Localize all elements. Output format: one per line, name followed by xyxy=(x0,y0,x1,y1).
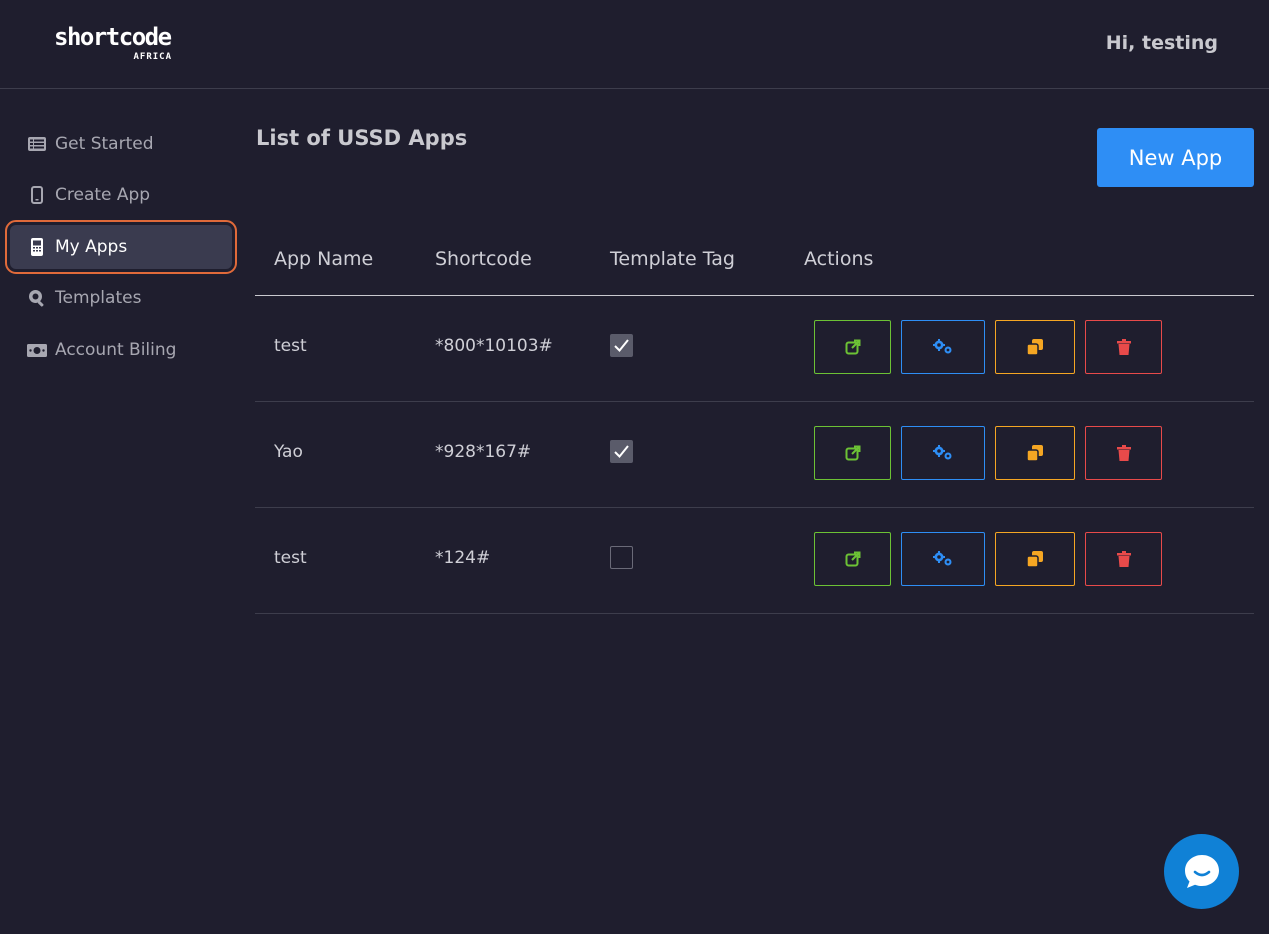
duplicate-button[interactable] xyxy=(995,426,1075,480)
checkmark-icon xyxy=(614,445,629,458)
sidebar-item-get-started[interactable]: Get Started xyxy=(10,122,232,166)
sidebar-item-label: Account Biling xyxy=(55,340,177,360)
shortcode-cell: *928*167# xyxy=(435,442,532,462)
app-name-cell: test xyxy=(274,336,307,356)
mobile-alt-icon xyxy=(27,237,47,257)
shortcode-cell: *800*10103# xyxy=(435,336,553,356)
sidebar-item-account-billing[interactable]: Account Biling xyxy=(10,328,232,372)
money-bill-icon xyxy=(27,340,47,360)
cogs-icon xyxy=(933,445,952,460)
sidebar-item-label: Get Started xyxy=(55,134,154,154)
external-link-icon xyxy=(845,339,860,355)
table-row: test *124# xyxy=(255,508,1254,614)
delete-button[interactable] xyxy=(1085,426,1162,480)
mobile-icon xyxy=(27,185,47,205)
open-app-button[interactable] xyxy=(814,426,891,480)
delete-button[interactable] xyxy=(1085,532,1162,586)
column-header-app-name: App Name xyxy=(274,248,374,270)
sidebar-item-label: Templates xyxy=(55,288,142,308)
table-row: test *800*10103# xyxy=(255,296,1254,402)
duplicate-button[interactable] xyxy=(995,532,1075,586)
copy-icon xyxy=(1026,551,1043,568)
external-link-icon xyxy=(845,551,860,567)
shortcode-cell: *124# xyxy=(435,548,491,568)
delete-button[interactable] xyxy=(1085,320,1162,374)
open-app-button[interactable] xyxy=(814,320,891,374)
sidebar-item-my-apps[interactable]: My Apps xyxy=(5,220,237,274)
open-app-button[interactable] xyxy=(814,532,891,586)
external-link-icon xyxy=(845,445,860,461)
settings-button[interactable] xyxy=(901,426,985,480)
new-app-button[interactable]: New App xyxy=(1097,128,1254,187)
sidebar-item-create-app[interactable]: Create App xyxy=(10,173,232,217)
shortcode-africa-logo[interactable]: shortcode AFRICA xyxy=(54,22,174,64)
search-icon xyxy=(27,288,47,308)
checkmark-icon xyxy=(614,339,629,352)
chat-bubble-icon xyxy=(1184,854,1219,888)
copy-icon xyxy=(1026,339,1043,356)
settings-button[interactable] xyxy=(901,532,985,586)
cogs-icon xyxy=(933,339,952,354)
top-header: shortcode AFRICA Hi, testing xyxy=(0,0,1269,89)
app-name-cell: Yao xyxy=(274,442,303,462)
column-header-shortcode: Shortcode xyxy=(435,248,532,270)
trash-icon xyxy=(1116,551,1131,567)
template-tag-checkbox[interactable] xyxy=(610,334,633,357)
page-title: List of USSD Apps xyxy=(256,126,468,150)
duplicate-button[interactable] xyxy=(995,320,1075,374)
trash-icon xyxy=(1116,339,1131,355)
list-icon xyxy=(27,134,47,154)
apps-table: App Name Shortcode Template Tag Actions … xyxy=(255,228,1254,614)
template-tag-checkbox[interactable] xyxy=(610,546,633,569)
column-header-template-tag: Template Tag xyxy=(610,248,735,270)
template-tag-checkbox[interactable] xyxy=(610,440,633,463)
sidebar-item-templates[interactable]: Templates xyxy=(10,276,232,320)
column-header-actions: Actions xyxy=(804,248,874,270)
logo-text: shortcode xyxy=(54,23,172,51)
user-greeting[interactable]: Hi, testing xyxy=(1106,32,1218,54)
sidebar-item-label: My Apps xyxy=(55,237,128,257)
logo-subtext: AFRICA xyxy=(133,52,172,62)
table-header: App Name Shortcode Template Tag Actions xyxy=(255,228,1254,296)
table-row: Yao *928*167# xyxy=(255,402,1254,508)
chat-widget-button[interactable] xyxy=(1164,834,1239,909)
sidebar-item-label: Create App xyxy=(55,185,151,205)
app-name-cell: test xyxy=(274,548,307,568)
copy-icon xyxy=(1026,445,1043,462)
settings-button[interactable] xyxy=(901,320,985,374)
cogs-icon xyxy=(933,551,952,566)
trash-icon xyxy=(1116,445,1131,461)
